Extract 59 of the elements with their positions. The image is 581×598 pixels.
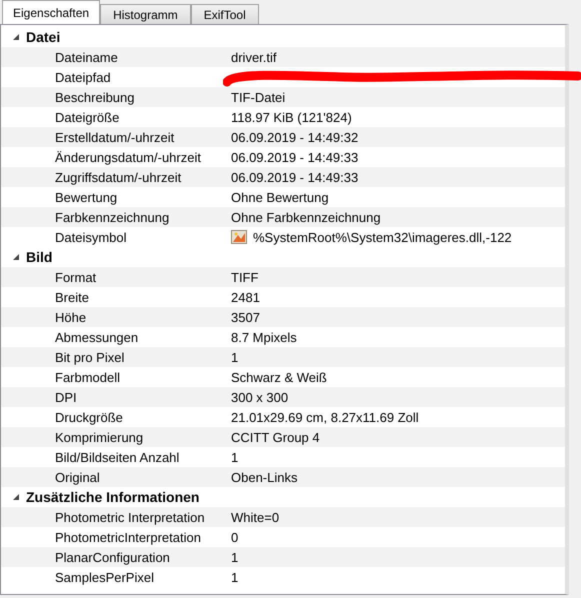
property-name: Änderungsdatum/-uhrzeit: [54, 150, 202, 164]
property-value: 118.97 KiB (121'824): [231, 110, 352, 124]
property-name: Beschreibung: [54, 90, 136, 104]
group-title: Zusätzliche Informationen: [26, 489, 200, 505]
property-name: Dateigröße: [54, 110, 120, 124]
property-name: Bild/Bildseiten Anzahl: [54, 450, 180, 464]
property-name: DPI: [54, 390, 78, 404]
group-title: Bild: [26, 249, 52, 265]
property-value: 1: [231, 570, 238, 584]
property-value: 06.09.2019 - 14:49:32: [231, 130, 358, 144]
property-name: Farbkennzeichnung: [54, 210, 170, 224]
property-name: Farbmodell: [54, 370, 122, 384]
property-value: 06.09.2019 - 14:49:33: [231, 170, 358, 184]
property-name: Höhe: [54, 310, 88, 324]
property-value: 21.01x29.69 cm, 8.27x11.69 Zoll: [231, 410, 419, 424]
property-name: Abmessungen: [54, 330, 140, 344]
property-value: 1: [231, 550, 238, 564]
property-value: 06.09.2019 - 14:49:33: [231, 150, 358, 164]
property-name: Dateiname: [54, 50, 119, 64]
property-value: CCITT Group 4: [231, 430, 320, 444]
property-value: 8.7 Mpixels: [231, 330, 297, 344]
property-value: Schwarz & Weiß: [231, 370, 327, 384]
property-value: White=0: [231, 510, 280, 524]
collapse-triangle-icon[interactable]: [12, 33, 20, 41]
property-value: %SystemRoot%\System32\imageres.dll,-122: [253, 230, 512, 244]
property-value: 1: [231, 450, 238, 464]
property-value: 1: [231, 350, 238, 364]
property-value: driver.tif: [231, 50, 277, 64]
collapse-triangle-icon[interactable]: [12, 253, 20, 261]
group-title: Datei: [26, 29, 60, 45]
property-name: Dateisymbol: [54, 230, 128, 244]
property-name: Original: [54, 470, 101, 484]
property-value: TIFF: [231, 270, 258, 284]
tab[interactable]: Histogramm: [100, 4, 191, 24]
property-name: Dateipfad: [54, 70, 112, 84]
property-name: Photometric Interpretation: [54, 510, 206, 524]
property-name: Erstelldatum/-uhrzeit: [54, 130, 176, 144]
collapse-triangle-icon[interactable]: [12, 493, 20, 501]
property-value: Ohne Farbkennzeichnung: [231, 210, 381, 224]
property-value: 0: [231, 530, 238, 544]
tab[interactable]: ExifTool: [190, 4, 259, 24]
property-value: 2481: [231, 290, 260, 304]
property-value: 3507: [231, 310, 260, 324]
tab[interactable]: Eigenschaften: [2, 0, 100, 24]
property-name: Bit pro Pixel: [54, 350, 126, 364]
property-name: Druckgröße: [54, 410, 124, 424]
property-name: Bewertung: [54, 190, 118, 204]
property-value: TIF-Datei: [231, 90, 286, 104]
property-name: SamplesPerPixel: [54, 570, 155, 584]
image-file-icon: [231, 229, 247, 245]
property-value: Oben-Links: [231, 470, 298, 484]
property-name: Format: [54, 270, 98, 284]
property-value: 300 x 300: [231, 390, 288, 404]
property-name: Breite: [54, 290, 90, 304]
property-name: Komprimierung: [54, 430, 144, 444]
property-name: PlanarConfiguration: [54, 550, 171, 564]
property-name: PhotometricInterpretation: [54, 530, 202, 544]
property-name: Zugriffsdatum/-uhrzeit: [54, 170, 182, 184]
property-value: Ohne Bewertung: [231, 190, 329, 204]
